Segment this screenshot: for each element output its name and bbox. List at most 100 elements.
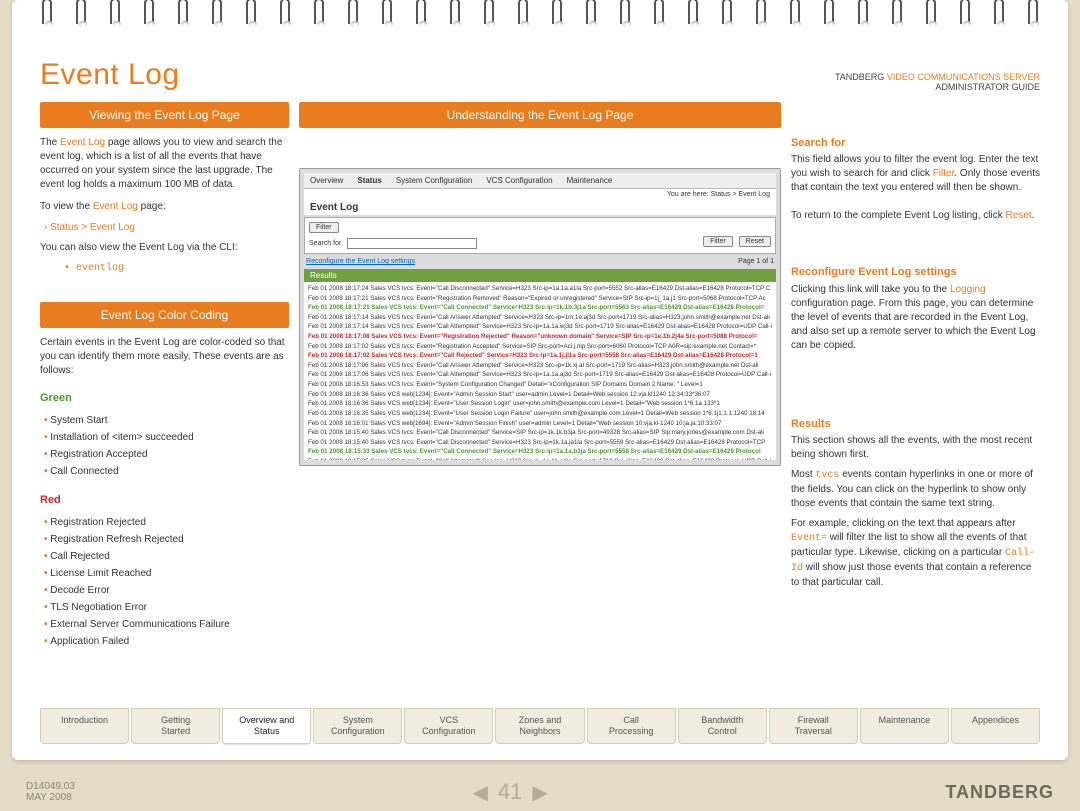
- ss-results-header: Results: [304, 269, 776, 282]
- reconfigure-heading: Reconfigure Event Log settings: [791, 265, 1040, 280]
- bottom-tab[interactable]: VCSConfiguration: [404, 708, 493, 744]
- red-item: External Server Communications Failure: [44, 616, 289, 633]
- status-eventlog-path: Status > Event Log: [50, 222, 135, 233]
- red-item: Decode Error: [44, 582, 289, 599]
- ss-filter-tab[interactable]: Filter: [309, 222, 339, 233]
- log-row[interactable]: Feb 01 2008 18:15:33 Sales VCS tvcs: Eve…: [308, 447, 772, 457]
- green-item: Call Connected: [44, 463, 289, 480]
- ss-log-rows: Feb 01 2008 18:17:24 Sales VCS tvcs: Eve…: [304, 282, 776, 460]
- ss-page-indicator: Page 1 of 1: [738, 256, 774, 267]
- right-column: Search for This field allows you to filt…: [791, 102, 1040, 690]
- spiral-binder: [32, 0, 1048, 28]
- log-row[interactable]: Feb 01 2008 18:17:21 Sales VCS tvcs: Eve…: [308, 294, 772, 304]
- bottom-tab[interactable]: Zones andNeighbors: [495, 708, 584, 744]
- doc-brand: TANDBERG VIDEO COMMUNICATIONS SERVER ADM…: [835, 72, 1040, 92]
- next-page-icon[interactable]: ▶: [532, 780, 547, 805]
- bottom-tabs: IntroductionGettingStartedOverview andSt…: [40, 708, 1040, 744]
- page: Event Log TANDBERG VIDEO COMMUNICATIONS …: [12, 0, 1068, 760]
- bottom-tab[interactable]: Introduction: [40, 708, 129, 744]
- log-row[interactable]: Feb 01 2008 18:17:02 Sales VCS tvcs: Eve…: [308, 351, 772, 361]
- log-row[interactable]: Feb 01 2008 18:17:02 Sales VCS tvcs: Eve…: [308, 342, 772, 352]
- footer: D14049.03 MAY 2008 ◀ 41 ▶ TANDBERG: [26, 779, 1054, 805]
- green-item: Registration Accepted: [44, 446, 289, 463]
- footer-brand: TANDBERG: [945, 782, 1054, 803]
- red-label: Red: [40, 494, 289, 506]
- eventlog-screenshot: Overview Status System Configuration VCS…: [299, 168, 781, 466]
- bottom-tab[interactable]: Maintenance: [860, 708, 949, 744]
- log-row[interactable]: Feb 01 2008 18:17:06 Sales VCS tvcs: Eve…: [308, 361, 772, 371]
- ss-tab-maint[interactable]: Maintenance: [567, 176, 613, 185]
- log-row[interactable]: Feb 01 2008 18:17:24 Sales VCS tvcs: Eve…: [308, 284, 772, 294]
- searchfor-section: Search for This field allows you to filt…: [791, 136, 1040, 223]
- ss-search-label: Search for: [309, 240, 341, 247]
- breadcrumb-bullet: Status > Event Log: [40, 222, 289, 233]
- red-item: Registration Refresh Rejected: [44, 531, 289, 548]
- bottom-tab[interactable]: SystemConfiguration: [313, 708, 402, 744]
- brand-prefix: TANDBERG: [835, 72, 887, 82]
- middle-column: Understanding the Event Log Page Overvie…: [299, 102, 781, 690]
- cli-line: You can also view the Event Log via the …: [40, 241, 289, 255]
- doc-number: D14049.03: [26, 781, 75, 792]
- log-row[interactable]: Feb 01 2008 18:16:53 Sales VCS tvcs: Eve…: [308, 380, 772, 390]
- section-heading-understanding: Understanding the Event Log Page: [299, 102, 781, 128]
- log-row[interactable]: Feb 01 2008 18:17:21 Sales VCS tvcs: Eve…: [308, 303, 772, 313]
- log-row[interactable]: Feb 01 2008 18:16:35 Sales VCS web[1234]…: [308, 409, 772, 419]
- reconfigure-section: Reconfigure Event Log settings Clicking …: [791, 265, 1040, 352]
- content-area: Viewing the Event Log Page The Event Log…: [40, 102, 1040, 690]
- left-column: Viewing the Event Log Page The Event Log…: [40, 102, 289, 690]
- log-row[interactable]: Feb 01 2008 18:16:01 Sales VCS web[1694]…: [308, 419, 772, 429]
- red-item: Call Rejected: [44, 548, 289, 565]
- log-row[interactable]: Feb 01 2008 18:17:14 Sales VCS tvcs: Eve…: [308, 313, 772, 323]
- log-row[interactable]: Feb 01 2008 18:15:40 Sales VCS tvcs: Eve…: [308, 438, 772, 448]
- section-heading-colorcoding: Event Log Color Coding: [40, 302, 289, 328]
- green-item: System Start: [44, 412, 289, 429]
- searchfor-heading: Search for: [791, 136, 1040, 151]
- bottom-tab[interactable]: BandwidthControl: [678, 708, 767, 744]
- page-title: Event Log: [40, 58, 180, 92]
- cli-command: • eventlog: [40, 263, 289, 274]
- ss-filter-button[interactable]: Filter: [703, 236, 733, 247]
- red-item: Application Failed: [44, 633, 289, 650]
- log-row[interactable]: Feb 01 2008 18:16:36 Sales VCS web[1234]…: [308, 390, 772, 400]
- ss-reconfigure-link[interactable]: Reconfigure the Event Log settings: [306, 256, 415, 267]
- green-item: Installation of <item> succeeded: [44, 429, 289, 446]
- red-list: Registration RejectedRegistration Refres…: [40, 514, 289, 650]
- log-row[interactable]: Feb 01 2008 18:17:14 Sales VCS tvcs: Eve…: [308, 322, 772, 332]
- ss-breadcrumb: You are here: Status > Event Log: [304, 189, 776, 198]
- doc-meta: D14049.03 MAY 2008: [26, 781, 75, 803]
- colorcoding-text: Certain events in the Event Log are colo…: [40, 336, 289, 378]
- bottom-tab[interactable]: CallProcessing: [587, 708, 676, 744]
- log-row[interactable]: Feb 01 2008 18:17:06 Sales VCS tvcs: Eve…: [308, 370, 772, 380]
- ss-tab-sysconf[interactable]: System Configuration: [396, 176, 472, 185]
- red-item: Registration Rejected: [44, 514, 289, 531]
- bottom-tab[interactable]: GettingStarted: [131, 708, 220, 744]
- section-heading-viewing: Viewing the Event Log Page: [40, 102, 289, 128]
- bottom-tab[interactable]: Overview andStatus: [222, 708, 311, 744]
- log-row[interactable]: Feb 01 2008 18:17:08 Sales VCS tvcs: Eve…: [308, 332, 772, 342]
- page-number: 41: [498, 779, 522, 805]
- viewing-text: The Event Log page allows you to view an…: [40, 136, 289, 192]
- red-item: TLS Negotiation Error: [44, 599, 289, 616]
- red-item: License Limit Reached: [44, 565, 289, 582]
- ss-tab-status[interactable]: Status: [357, 176, 381, 185]
- brand-colored: VIDEO COMMUNICATIONS SERVER: [887, 72, 1040, 82]
- results-section: Results This section shows all the event…: [791, 417, 1040, 590]
- ss-nav-tabs: Overview Status System Configuration VCS…: [304, 173, 776, 189]
- ss-tab-overview[interactable]: Overview: [310, 176, 343, 185]
- bottom-tab[interactable]: Appendices: [951, 708, 1040, 744]
- log-row[interactable]: Feb 01 2008 18:15:40 Sales VCS tvcs: Eve…: [308, 428, 772, 438]
- log-row[interactable]: Feb 01 2008 18:15:25 Sales VCS tvcs: Eve…: [308, 457, 772, 460]
- green-label: Green: [40, 392, 289, 404]
- ss-tab-vcsconf[interactable]: VCS Configuration: [486, 176, 552, 185]
- ss-title: Event Log: [304, 198, 776, 215]
- ss-search-input[interactable]: [347, 238, 477, 249]
- ss-reset-button[interactable]: Reset: [739, 236, 771, 247]
- guide-label: ADMINISTRATOR GUIDE: [935, 82, 1040, 92]
- ss-filter-panel: Filter Search for Filter Reset: [304, 217, 776, 254]
- doc-date: MAY 2008: [26, 792, 75, 803]
- bottom-tab[interactable]: FirewallTraversal: [769, 708, 858, 744]
- prev-page-icon[interactable]: ◀: [473, 780, 488, 805]
- green-list: System StartInstallation of <item> succe…: [40, 412, 289, 480]
- header: Event Log TANDBERG VIDEO COMMUNICATIONS …: [40, 58, 1040, 92]
- log-row[interactable]: Feb 01 2008 18:16:36 Sales VCS web[1234]…: [308, 399, 772, 409]
